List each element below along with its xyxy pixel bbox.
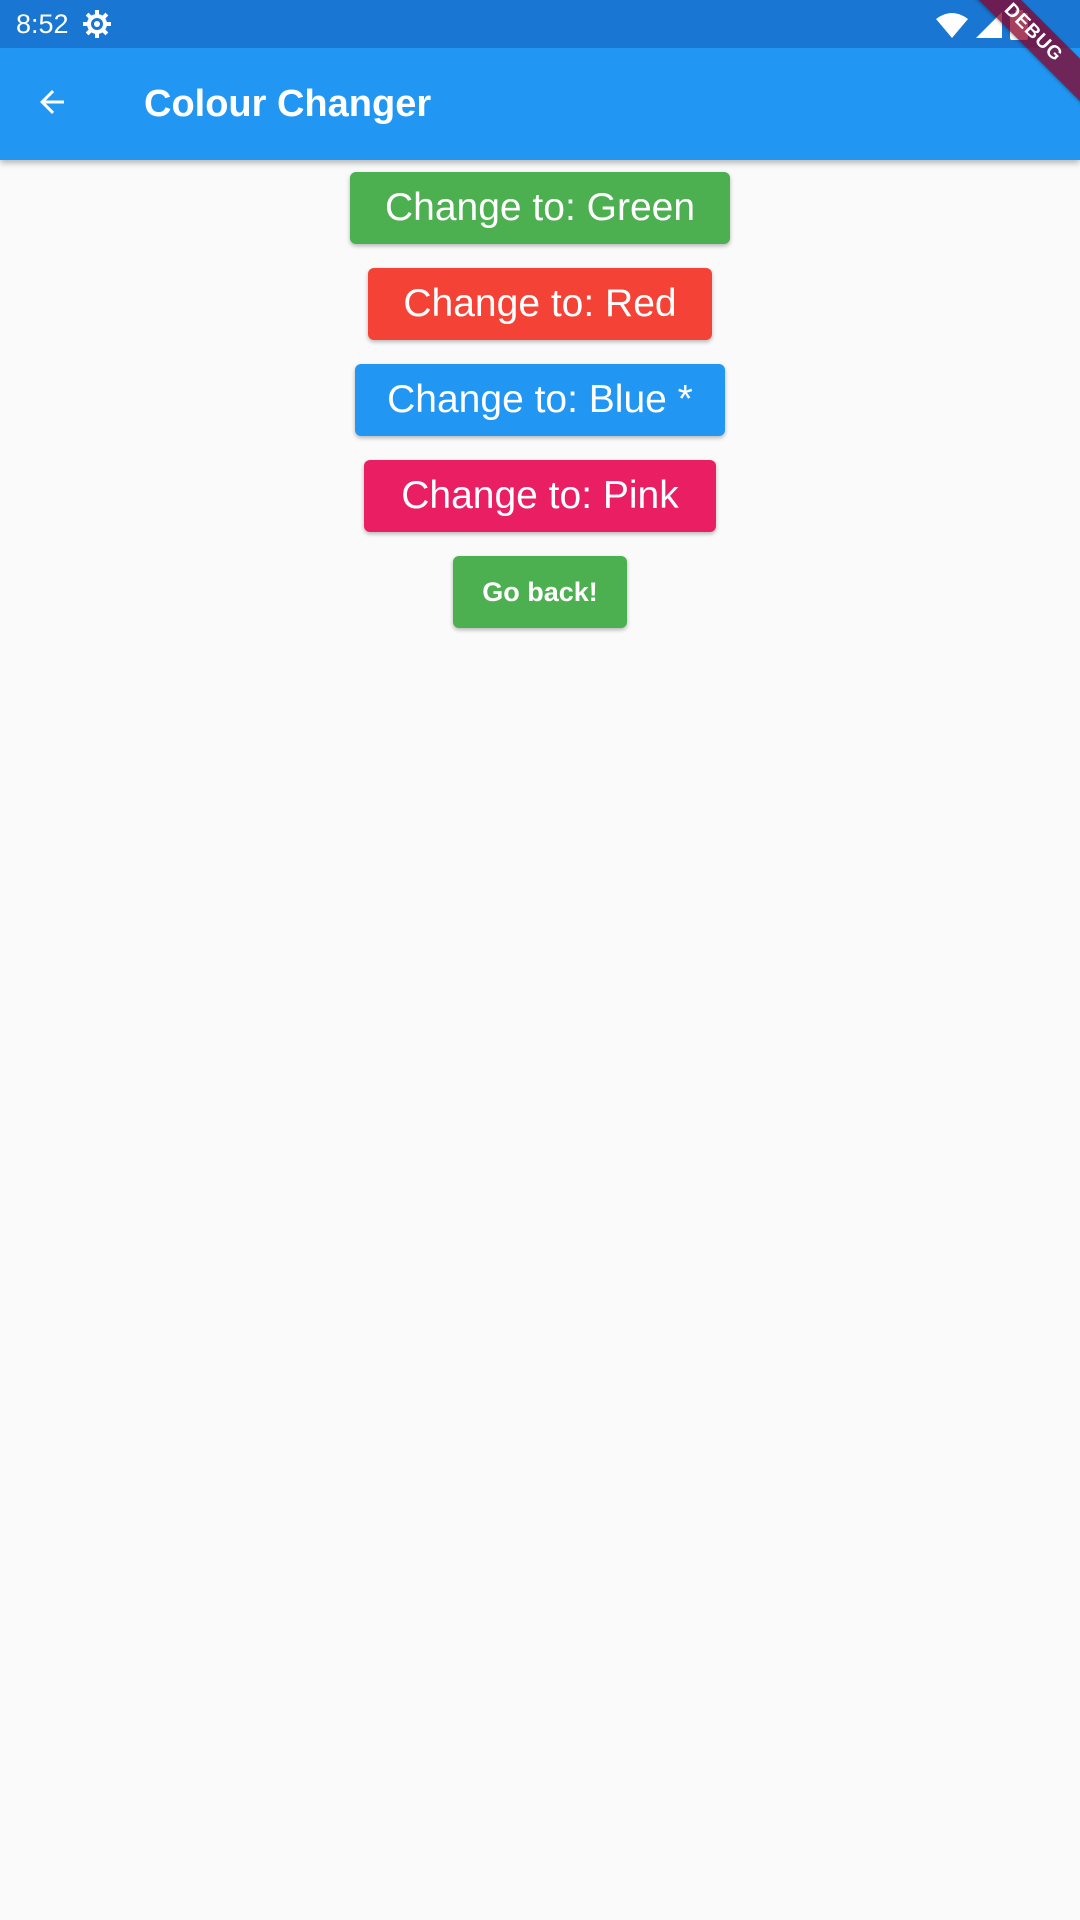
page-title: Colour Changer: [144, 83, 432, 125]
change-to-green-button[interactable]: Change to: Green: [350, 172, 730, 244]
status-icons: [936, 10, 1028, 45]
cellular-signal-icon: [976, 12, 1002, 43]
change-to-blue-button[interactable]: Change to: Blue *: [355, 364, 725, 436]
settings-gear-icon: [82, 9, 112, 39]
button-column: Change to: Green Change to: Red Change t…: [0, 160, 1080, 628]
change-to-pink-button[interactable]: Change to: Pink: [364, 460, 716, 532]
back-button[interactable]: [22, 74, 82, 134]
go-back-button[interactable]: Go back!: [453, 556, 627, 628]
battery-icon: [1010, 10, 1028, 45]
wifi-icon: [936, 12, 968, 43]
app-bar: Colour Changer: [0, 48, 1080, 160]
change-to-red-button[interactable]: Change to: Red: [368, 268, 712, 340]
status-bar: 8:52: [0, 0, 1080, 48]
arrow-back-icon: [34, 84, 70, 125]
status-time: 8:52: [16, 9, 69, 39]
